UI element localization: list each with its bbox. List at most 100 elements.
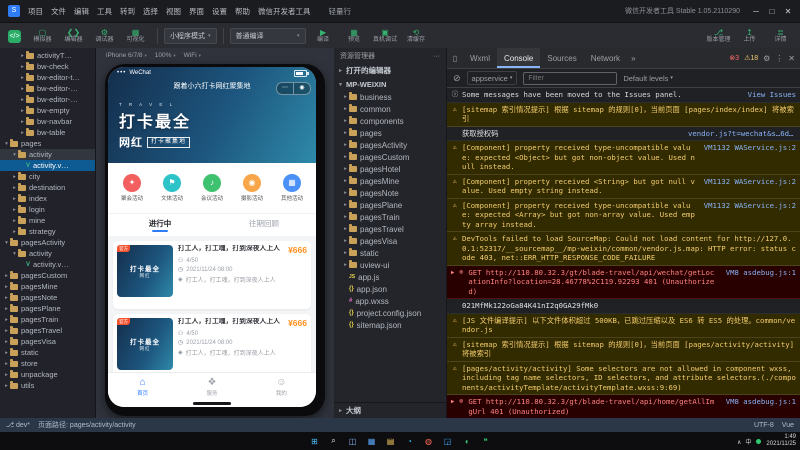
console-row[interactable]: ▶⊗GET http://110.80.32.3/gt/blade-travel… [447,266,800,300]
console-source-link[interactable]: VM1132 WAService.js:2 [699,143,796,153]
tree-item[interactable]: {}project.config.json [334,307,446,319]
taskbar-icon-widgets[interactable]: ▦ [365,434,379,448]
close-devtools-icon[interactable]: ✕ [788,54,795,63]
menu-item[interactable]: 转到 [116,6,139,17]
project-action-button[interactable]: ↥上传 [734,24,765,48]
menu-item[interactable]: 选择 [139,6,162,17]
expand-icon[interactable]: ▶ [451,268,454,279]
console-source-link[interactable]: vendor.js?t=wechat&s…6d620c7b8c83c:4856 [683,129,796,139]
view-issues-link[interactable]: View Issues [748,90,796,100]
tree-item[interactable]: Vactivity.v… [0,160,95,171]
tree-item[interactable]: {}app.json [334,283,446,295]
menu-item[interactable]: 帮助 [231,6,254,17]
tabbar-item-我的[interactable]: ☺我的 [247,373,316,407]
tree-item[interactable]: ▸pagesMine [334,175,446,187]
language-mode[interactable]: Vue [782,422,794,429]
action-button[interactable]: ⟲清缓存 [401,24,432,48]
category-item[interactable]: ▦其他活动 [274,174,310,202]
category-item[interactable]: ✦聚会活动 [114,174,150,202]
open-editors-section[interactable]: ▸ 打开的编辑器 [334,63,446,78]
tree-item[interactable]: ▸pagesPlane [0,303,95,314]
tree-item[interactable]: ▸pagesCustom [334,151,446,163]
tree-item[interactable]: ▸unpackage [0,369,95,380]
tree-item[interactable]: ▸store [0,358,95,369]
tree-item[interactable]: {}sitemap.json [334,319,446,331]
git-branch[interactable]: ⎇ dev* [6,421,30,429]
tree-item[interactable]: ▸index [0,193,95,204]
tree-item[interactable]: #app.wxss [334,295,446,307]
tree-item[interactable]: ▸pagesHotel [334,163,446,175]
tree-item[interactable]: ▾activity [0,149,95,160]
tree-item[interactable]: ▾pagesActivity [0,237,95,248]
tree-item[interactable]: ▸mine [0,215,95,226]
menu-item[interactable]: 微信开发者工具 [254,6,315,17]
taskbar-icon-edge[interactable]: ◔ [403,434,417,448]
tree-item[interactable]: ▸uview-ui [334,259,446,271]
console-source-link[interactable]: VM8 asdebug.js:1 [721,397,796,407]
more-icon[interactable]: ··· [433,53,440,60]
tree-item[interactable]: ▸strategy [0,226,95,237]
menu-item[interactable]: 设置 [208,6,231,17]
taskbar-icon-task-view[interactable]: ◫ [346,434,360,448]
tree-item[interactable]: ▸bw-editor-… [0,94,95,105]
error-count-badge[interactable]: ⊗3 [729,54,739,62]
menu-item[interactable]: 编辑 [70,6,93,17]
console-source-link[interactable]: VM8 asdebug.js:1 [721,268,796,278]
tree-item[interactable]: ▸pagesPlane [334,199,446,211]
network-select[interactable]: WiFi▾ [184,52,201,59]
tree-item[interactable]: Vactivity.v… [0,259,95,270]
activity-card[interactable]: 官方打卡最全网红打工人，打工魂，打到深夜人上人¥666⚇4/50◷2021/11… [113,314,311,372]
maximize-button[interactable]: □ [764,7,780,16]
tree-item[interactable]: ▸pagesMine [0,281,95,292]
action-button[interactable]: ▣真机调试 [370,24,401,48]
project-action-button[interactable]: ≣详情 [765,24,796,48]
taskbar-icon-start[interactable]: ⊞ [308,434,322,448]
tab-ongoing[interactable]: 进行中 [108,214,212,236]
tree-item[interactable]: ▸activityT… [0,50,95,61]
minimize-button[interactable]: ─ [748,7,764,16]
toggle-button[interactable]: ▢模拟器 [27,24,58,48]
tree-item[interactable]: ▸pagesVisa [0,336,95,347]
tab-past[interactable]: 往期回顾 [212,214,316,236]
tab-overflow-icon[interactable]: » [627,54,639,63]
category-item[interactable]: ◉摄影活动 [234,174,270,202]
tree-item[interactable]: ▸pagesNote [0,292,95,303]
expand-icon[interactable]: ▶ [451,397,454,408]
settings-gear-icon[interactable]: ⚙ [763,54,770,63]
tree-item[interactable]: ▸bw-check [0,61,95,72]
tree-item[interactable]: ▸common [334,103,446,115]
tree-item[interactable]: ▸pagesNote [334,187,446,199]
devtools-tab-network[interactable]: Network [584,48,627,68]
action-button[interactable]: ▦预览 [339,24,370,48]
console-row[interactable]: ▶⊗GET http://110.80.32.3/gt/blade-travel… [447,395,800,418]
tree-item[interactable]: ▸pagesActivity [334,139,446,151]
console-source-link[interactable]: VM1132 WAService.js:2 [699,201,796,211]
category-item[interactable]: ⚑文体活动 [154,174,190,202]
tree-item[interactable]: ▸utils [0,380,95,391]
devtools-tab-wxml[interactable]: Wxml [463,48,497,68]
activity-card[interactable]: 官方打卡最全网红打工人，打工魂，打到深夜人上人¥666⚇4/50◷2021/11… [113,241,311,309]
tray-items[interactable]: ∧中 [733,437,751,446]
minimize-capsule-icon[interactable]: ◉ [294,83,310,94]
compile-mode-select[interactable]: 普通编译 ▾ [230,28,306,44]
menu-item[interactable]: 视图 [162,6,185,17]
warning-count-badge[interactable]: ⚠18 [744,54,758,62]
taskbar-icon-vscode[interactable]: ◲ [441,434,455,448]
tree-item[interactable]: ▸business [334,91,446,103]
more-icon[interactable]: ⋯ [277,83,294,94]
outline-section[interactable]: ▸ 大纲 [334,402,446,418]
tabbar-item-首页[interactable]: ⌂首页 [108,373,177,407]
devtools-tab-sources[interactable]: Sources [540,48,583,68]
action-button[interactable]: ▶编译 [308,24,339,48]
tree-item[interactable]: ▸pages [334,127,446,139]
tree-item[interactable]: ▸bw-editor-… [0,83,95,94]
mode-select[interactable]: 小程序模式 ▾ [164,28,217,44]
taskbar-icon-chrome[interactable]: ◍ [422,434,436,448]
project-root-section[interactable]: ▾ MP-WEIXIN [334,78,446,91]
category-item[interactable]: ♪会议活动 [194,174,230,202]
console-filter-input[interactable] [523,72,617,85]
log-levels-select[interactable]: Default levels▾ [623,74,673,83]
devtools-tab-console[interactable]: Console [497,48,540,68]
tree-item[interactable]: ▸pagesTravel [0,325,95,336]
tree-item[interactable]: ▸bw-editor-t… [0,72,95,83]
